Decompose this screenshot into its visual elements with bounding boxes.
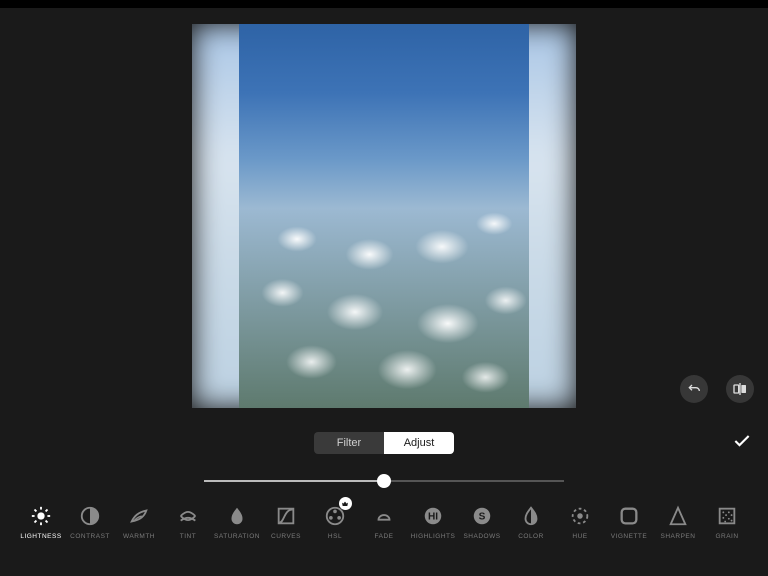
tool-hue[interactable]: HUE — [556, 505, 605, 540]
tool-fade[interactable]: FADE — [360, 505, 409, 540]
shadows-icon — [471, 505, 493, 527]
tool-contrast[interactable]: CONTRAST — [66, 505, 115, 540]
top-bar — [0, 0, 768, 8]
tool-hsl[interactable]: HSL — [311, 505, 360, 540]
tool-label: TINT — [180, 533, 196, 540]
undo-button[interactable] — [680, 375, 708, 403]
photo-image — [239, 24, 529, 408]
photo-editor-app: Filter Adjust LIGHTNESS CONTRAST WARMTH TIN… — [0, 0, 768, 576]
lightness-icon — [30, 505, 52, 527]
hue-icon — [569, 505, 591, 527]
tool-label: HUE — [572, 533, 587, 540]
tool-lightness[interactable]: LIGHTNESS — [17, 505, 66, 540]
tool-label: COLOR — [518, 533, 544, 540]
sharpen-icon — [667, 505, 689, 527]
fade-icon — [373, 505, 395, 527]
tool-label: FADE — [375, 533, 394, 540]
tint-icon — [177, 505, 199, 527]
tool-label: SATURATION — [214, 533, 260, 540]
slider-row — [0, 463, 768, 499]
mode-adjust-button[interactable]: Adjust — [384, 432, 454, 454]
confirm-button[interactable] — [732, 431, 752, 456]
premium-badge — [339, 497, 352, 510]
tool-label: WARMTH — [123, 533, 155, 540]
tool-tint[interactable]: TINT — [164, 505, 213, 540]
tool-label: LIGHTNESS — [20, 533, 61, 540]
tool-curves[interactable]: CURVES — [262, 505, 311, 540]
tool-warmth[interactable]: WARMTH — [115, 505, 164, 540]
curves-icon — [275, 505, 297, 527]
canvas-controls — [680, 375, 754, 403]
crown-icon — [341, 500, 349, 508]
compare-icon — [732, 381, 748, 397]
tool-shadows[interactable]: SHADOWS — [458, 505, 507, 540]
tool-label: SHADOWS — [463, 533, 500, 540]
slider-track-active — [204, 480, 384, 482]
canvas-area — [0, 8, 768, 423]
tool-label: CONTRAST — [70, 533, 110, 540]
tool-label: VIGNETTE — [611, 533, 648, 540]
mode-segmented-control: Filter Adjust — [314, 432, 454, 454]
tool-vignette[interactable]: VIGNETTE — [605, 505, 654, 540]
tools-row: LIGHTNESS CONTRAST WARMTH TINT SATURATION CUR… — [0, 499, 768, 576]
tool-saturation[interactable]: SATURATION — [213, 505, 262, 540]
tool-label: HSL — [328, 533, 342, 540]
contrast-icon — [79, 505, 101, 527]
photo-preview[interactable] — [192, 24, 576, 408]
checkmark-icon — [732, 431, 752, 451]
adjustment-slider[interactable] — [204, 474, 564, 488]
highlights-icon — [422, 505, 444, 527]
color-icon — [520, 505, 542, 527]
saturation-icon — [226, 505, 248, 527]
tool-label: SHARPEN — [661, 533, 696, 540]
tool-highlights[interactable]: HIGHLIGHTS — [409, 505, 458, 540]
tool-color[interactable]: COLOR — [507, 505, 556, 540]
undo-icon — [686, 381, 702, 397]
grain-icon — [716, 505, 738, 527]
tool-label: CURVES — [271, 533, 301, 540]
mode-filter-button[interactable]: Filter — [314, 432, 384, 454]
warmth-icon — [128, 505, 150, 527]
tool-label: HIGHLIGHTS — [411, 533, 456, 540]
tool-label: GRAIN — [715, 533, 738, 540]
slider-thumb[interactable] — [377, 474, 391, 488]
compare-button[interactable] — [726, 375, 754, 403]
tool-sharpen[interactable]: SHARPEN — [654, 505, 703, 540]
mode-row: Filter Adjust — [0, 423, 768, 463]
tool-grain[interactable]: GRAIN — [703, 505, 752, 540]
vignette-icon — [618, 505, 640, 527]
